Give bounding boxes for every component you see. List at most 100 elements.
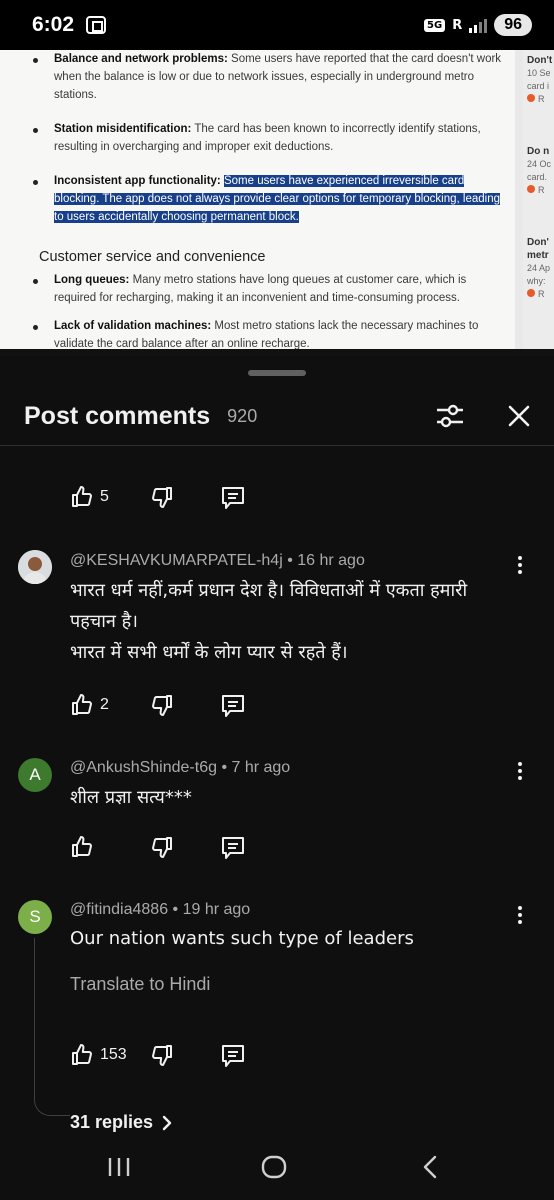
avatar[interactable] (18, 550, 52, 584)
side-card-line: 24 Oc (527, 159, 552, 169)
doc-item-validation: Lack of validation machines: Most metro … (30, 317, 505, 353)
like-count: 153 (100, 1046, 127, 1063)
avatar[interactable]: A (18, 758, 52, 792)
reply-button[interactable] (220, 835, 246, 865)
dislike-button[interactable] (150, 835, 174, 863)
like-button[interactable]: 5 (70, 485, 109, 509)
video-preview[interactable]: Balance and network problems: Some users… (0, 50, 554, 356)
status-bar: 6:02 5G R 96 (0, 0, 554, 50)
comment-meta: @AnkushShinde-t6g • 7 hr ago (70, 759, 291, 776)
status-indicators: 5G R 96 (424, 14, 532, 36)
comments-sheet: Post comments 920 5 @KESHAVKUMARPATEL-h4… (0, 358, 554, 1200)
doc-item-title: Long queues: (54, 274, 130, 286)
doc-item-balance: Balance and network problems: Some users… (30, 50, 505, 104)
reply-button[interactable] (220, 693, 246, 723)
drag-handle[interactable] (248, 370, 306, 376)
thumbs-down-icon (152, 1045, 172, 1066)
system-nav-bar (0, 1135, 554, 1200)
status-time: 6:02 (32, 13, 75, 36)
screenshot-icon (86, 16, 107, 34)
side-card-line: 10 Se (527, 68, 551, 78)
home-icon[interactable] (244, 1147, 304, 1187)
thumbs-up-icon (72, 486, 92, 507)
side-card: Don't 10 Se card i R (527, 55, 553, 104)
side-card: Do n 24 Oc card. R (527, 146, 552, 195)
side-card: Don' metr 24 Ap why: R (527, 237, 551, 299)
dislike-button[interactable] (150, 485, 174, 513)
comment-meta: @KESHAVKUMARPATEL-h4j • 16 hr ago (70, 552, 365, 569)
thumbs-up-icon (72, 836, 92, 857)
side-card-line: 24 Ap (527, 263, 551, 273)
like-count: 2 (100, 696, 109, 713)
thumbs-up-icon (72, 694, 92, 715)
sheet-title: Post comments (24, 402, 211, 430)
side-card-line: card. (527, 172, 548, 182)
reply-button[interactable] (220, 485, 246, 515)
side-card-title: metr (527, 250, 549, 261)
comment-actions (70, 832, 244, 862)
reply-button[interactable] (220, 1043, 246, 1073)
avatar-dot-icon (527, 94, 535, 102)
comment-actions: 2 (70, 690, 244, 720)
reply-icon (222, 695, 244, 717)
doc-section-heading: Customer service and convenience (39, 249, 266, 265)
sheet-header: Post comments 920 (0, 388, 554, 446)
like-button[interactable]: 2 (70, 693, 109, 717)
comment-line: भारत धर्म नहीं,कर्म प्रधान देश है। विविध… (70, 580, 468, 601)
thread-line (34, 938, 70, 1116)
doc-item-title: Lack of validation machines: (54, 320, 212, 332)
doc-item-title: Balance and network problems: (54, 53, 228, 65)
reply-icon (222, 487, 244, 509)
avatar[interactable]: S (18, 900, 52, 934)
document-page: Balance and network problems: Some users… (0, 50, 515, 356)
dislike-button[interactable] (150, 1043, 174, 1071)
translate-link[interactable]: Translate to Hindi (70, 974, 210, 995)
like-button[interactable] (70, 835, 100, 859)
comment-count: 920 (227, 406, 258, 426)
side-card-title: Don' (527, 237, 549, 248)
comment-line: भारत में सभी धर्मों के लोग प्यार से रहते… (70, 642, 348, 663)
side-card-title: Don't (527, 55, 553, 66)
network-type-badge: 5G (424, 18, 446, 32)
avatar-dot-icon (527, 185, 535, 193)
side-card-line: why: (527, 276, 546, 286)
reply-icon (222, 837, 244, 859)
view-replies-button[interactable]: 31 replies (70, 1112, 173, 1133)
replies-label: 31 replies (70, 1112, 154, 1132)
side-card-line: card i (527, 81, 550, 91)
doc-item-queues: Long queues: Many metro stations have lo… (30, 271, 505, 307)
video-progress-bar[interactable] (0, 349, 554, 356)
comment-line: पहचान है। (70, 611, 138, 632)
doc-item-title: Station misidentification: (54, 123, 192, 135)
battery-indicator: 96 (494, 14, 532, 36)
doc-item-title: Inconsistent app functionality: (54, 175, 221, 187)
comment-text: शील प्रज्ञा सत्य*** (70, 782, 520, 813)
back-icon[interactable] (400, 1147, 460, 1187)
comment-line: शील प्रज्ञा सत्य*** (70, 787, 192, 808)
comment-line: Our nation wants such type of leaders (70, 928, 414, 949)
chevron-right-icon (162, 1115, 172, 1130)
comment-actions: 153 (70, 1040, 244, 1070)
comment-actions: 5 (70, 482, 244, 512)
close-icon[interactable] (499, 396, 539, 436)
reply-icon (222, 1045, 244, 1067)
comment-text: Our nation wants such type of leaders (70, 923, 520, 954)
doc-item-app: Inconsistent app functionality: Some use… (30, 172, 505, 226)
doc-item-station: Station misidentification: The card has … (30, 120, 505, 156)
like-count: 5 (100, 488, 109, 505)
comment-meta: @fitindia4886 • 19 hr ago (70, 901, 251, 918)
thumbs-up-icon (72, 1044, 92, 1065)
side-card-title: Do n (527, 146, 550, 157)
dislike-button[interactable] (150, 693, 174, 721)
sliders-icon[interactable] (430, 396, 470, 436)
recents-icon[interactable] (89, 1147, 149, 1187)
thumbs-down-icon (152, 487, 172, 508)
thumbs-down-icon (152, 695, 172, 716)
comment-text: भारत धर्म नहीं,कर्म प्रधान देश है। विविध… (70, 575, 520, 668)
avatar-dot-icon (527, 289, 535, 297)
thumbs-down-icon (152, 837, 172, 858)
like-button[interactable]: 153 (70, 1043, 127, 1067)
signal-strength-icon (469, 17, 488, 33)
roaming-indicator: R (452, 17, 463, 33)
document-sidebar: Don't 10 Se card i R Do n 24 Oc card. R … (523, 50, 554, 356)
